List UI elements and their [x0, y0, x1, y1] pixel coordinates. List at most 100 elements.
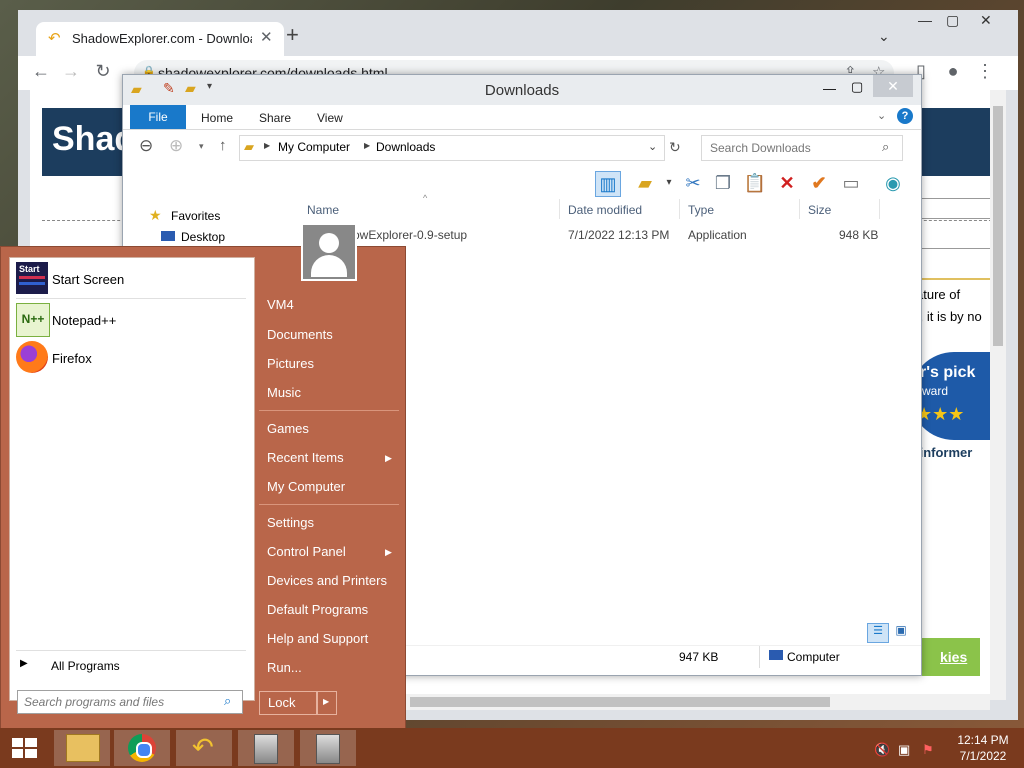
firefox-item[interactable]: Firefox [10, 339, 254, 377]
select-all-icon[interactable]: ▭ [839, 171, 863, 195]
column-divider[interactable] [679, 199, 680, 219]
link-user[interactable]: VM4 [267, 297, 294, 312]
close-window-icon[interactable]: ✕ [873, 75, 913, 97]
page-vertical-scrollbar[interactable] [990, 90, 1006, 700]
all-programs-label: All Programs [51, 659, 120, 673]
network-icon[interactable]: ▣ [898, 742, 910, 758]
new-tab-icon[interactable]: + [286, 22, 299, 48]
address-dropdown-icon[interactable]: ⌄ [648, 140, 657, 153]
file-date: 7/1/2022 12:13 PM [568, 228, 670, 242]
notepadpp-icon: N++ [16, 303, 50, 337]
explorer-titlebar[interactable]: ▰ ✎ ▰ ▾ Downloads — ▢ ✕ [123, 75, 921, 105]
tab-share[interactable]: Share [259, 111, 291, 125]
link-my-computer[interactable]: My Computer [267, 479, 345, 494]
minimize-icon[interactable]: — [918, 12, 932, 28]
desktop-icon [161, 231, 175, 241]
column-type[interactable]: Type [688, 203, 714, 217]
link-games[interactable]: Games [267, 421, 309, 436]
column-size[interactable]: Size [808, 203, 831, 217]
cut-icon[interactable]: ✂ [681, 171, 705, 195]
link-default-programs[interactable]: Default Programs [267, 602, 368, 617]
taskbar-installer-1[interactable] [238, 730, 294, 766]
profile-icon[interactable]: ● [942, 61, 964, 82]
nav-desktop[interactable]: Desktop [181, 230, 225, 244]
large-icons-view-icon[interactable]: ▣ [891, 623, 911, 641]
clock[interactable]: 12:14 PM 7/1/2022 [948, 732, 1018, 764]
taskbar-chrome[interactable] [114, 730, 170, 766]
link-recent-items[interactable]: Recent Items [267, 450, 344, 465]
user-avatar[interactable] [301, 223, 357, 281]
all-programs-button[interactable]: ▶ All Programs [10, 654, 254, 678]
tab-search-icon[interactable]: ⌄ [878, 28, 890, 45]
close-window-icon[interactable]: ✕ [980, 12, 992, 29]
menu-kebab-icon[interactable]: ⋮ [974, 61, 996, 82]
chevron-right-icon: ▶ [385, 453, 392, 463]
minimize-icon[interactable]: — [823, 81, 836, 96]
taskbar-installer-2[interactable] [300, 730, 356, 766]
browser-tab[interactable]: ↶ ShadowExplorer.com - Downloads ✕ [36, 22, 284, 56]
maximize-icon[interactable]: ▢ [851, 79, 863, 95]
properties-folder-icon[interactable]: ▰ [633, 171, 657, 195]
scroll-thumb[interactable] [993, 106, 1003, 346]
back-icon[interactable]: ← [30, 61, 52, 82]
scroll-thumb[interactable] [410, 697, 830, 707]
shell-icon[interactable]: ◉ [881, 171, 905, 195]
back-icon[interactable]: ⊖ [139, 136, 153, 156]
action-center-icon[interactable]: ⚑ [922, 742, 934, 758]
link-music[interactable]: Music [267, 385, 301, 400]
nav-favorites[interactable]: Favorites [171, 209, 220, 223]
taskbar-shadowexplorer[interactable]: ↶ [176, 730, 232, 766]
lock-button[interactable]: Lock [259, 691, 317, 715]
chevron-right-icon[interactable]: ▶ [264, 141, 270, 150]
help-icon[interactable]: ? [897, 108, 913, 124]
lock-options-button[interactable]: ▶ [317, 691, 337, 715]
link-control-panel[interactable]: Control Panel [267, 544, 346, 559]
expand-ribbon-icon[interactable]: ⌄ [877, 109, 886, 122]
link-documents[interactable]: Documents [267, 327, 333, 342]
tab-file[interactable]: File [130, 105, 186, 129]
link-run[interactable]: Run... [267, 660, 302, 675]
refresh-icon[interactable]: ↻ [669, 139, 681, 156]
column-divider[interactable] [559, 199, 560, 219]
tab-home[interactable]: Home [201, 111, 233, 125]
divider [910, 218, 990, 219]
avatar-body [311, 255, 347, 277]
reload-icon[interactable]: ↻ [92, 61, 114, 82]
command-bar: ▥ ▰ ▾ ✂ ❐ 📋 ✕ ✔ ▭ ◉ [583, 167, 913, 197]
start-button[interactable] [0, 728, 50, 768]
chevron-right-icon[interactable]: ▶ [364, 141, 370, 150]
start-screen-item[interactable]: Start Start Screen [10, 260, 254, 298]
up-icon[interactable]: ↑ [219, 137, 227, 154]
breadcrumb-my-computer[interactable]: My Computer [278, 140, 350, 154]
search-input[interactable]: Search Downloads ⌕ [701, 135, 903, 161]
details-view-icon[interactable]: ☰ [867, 623, 889, 643]
delete-icon[interactable]: ✕ [775, 171, 799, 195]
column-date-modified[interactable]: Date modified [568, 203, 642, 217]
column-divider[interactable] [799, 199, 800, 219]
forward-icon[interactable]: ⊕ [169, 136, 183, 156]
rename-icon[interactable]: ✔ [807, 171, 831, 195]
paste-icon[interactable]: 📋 [743, 171, 767, 195]
tab-view[interactable]: View [317, 111, 343, 125]
link-settings[interactable]: Settings [267, 515, 314, 530]
preview-pane-icon[interactable]: ▥ [595, 171, 621, 197]
table-row[interactable]: owExplorer-0.9-setup 7/1/2022 12:13 PM A… [295, 223, 895, 245]
dropdown-icon[interactable]: ▾ [657, 171, 681, 195]
taskbar-explorer[interactable] [54, 730, 110, 766]
address-bar[interactable]: ▰ ▶ My Computer ▶ Downloads ⌄ [239, 135, 665, 161]
copy-icon[interactable]: ❐ [711, 171, 735, 195]
maximize-icon[interactable]: ▢ [946, 12, 959, 29]
recent-locations-icon[interactable]: ▾ [199, 141, 204, 152]
link-devices-printers[interactable]: Devices and Printers [267, 573, 387, 588]
close-tab-icon[interactable]: ✕ [260, 28, 273, 46]
notepadpp-item[interactable]: N++ Notepad++ [10, 301, 254, 339]
forward-icon[interactable]: → [60, 61, 82, 82]
search-input[interactable]: Search programs and files ⌕ [17, 690, 243, 714]
column-name[interactable]: Name [307, 203, 339, 217]
breadcrumb-downloads[interactable]: Downloads [376, 140, 435, 154]
volume-muted-icon[interactable]: 🔇 [874, 742, 890, 758]
link-help-support[interactable]: Help and Support [267, 631, 368, 646]
column-divider[interactable] [879, 199, 880, 219]
divider [259, 504, 399, 505]
link-pictures[interactable]: Pictures [267, 356, 314, 371]
